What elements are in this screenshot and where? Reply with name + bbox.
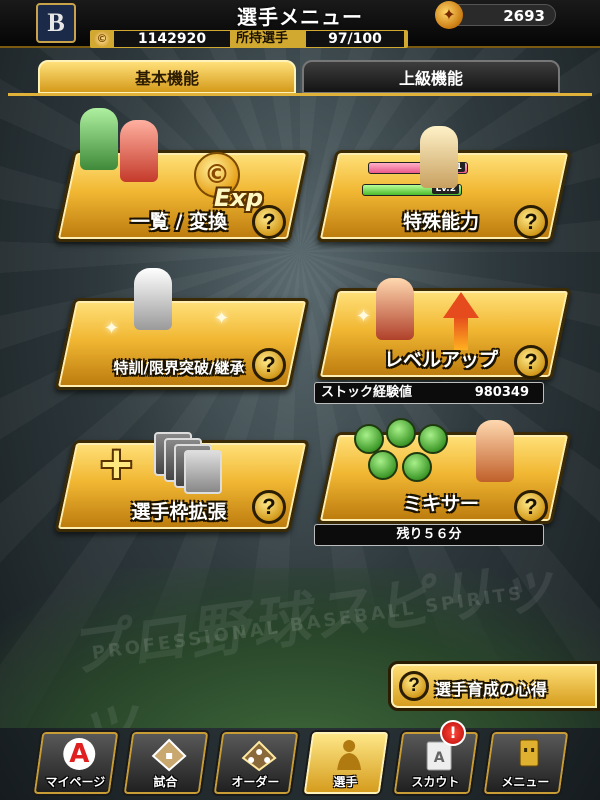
- stock-exp-bar: ストック経験値 980349: [314, 382, 544, 404]
- player-icon: [331, 738, 367, 772]
- guide-help-icon: ?: [399, 671, 429, 701]
- nav-order-label: オーダー: [231, 775, 280, 789]
- mixer-help-icon[interactable]: ?: [514, 490, 548, 524]
- slot-expand-help-icon[interactable]: ?: [252, 490, 286, 524]
- guide-label: 選手育成の心得: [435, 680, 548, 699]
- bottom-nav: A マイページ 試合 オーダー 選手 A スカウト メニュー: [0, 722, 600, 800]
- nav-mypage[interactable]: A マイページ: [31, 730, 121, 796]
- owned-players-label: 所持選手: [236, 31, 289, 46]
- mixer-time-bar: 残り５６分: [314, 524, 544, 546]
- status-bar: © 1142920 所持選手 97/100: [90, 30, 408, 48]
- header-bar: B 選手メニュー ✦ 2693 © 1142920 所持選手 97/100: [0, 0, 600, 48]
- tab-advanced-functions[interactable]: 上級機能: [302, 60, 560, 94]
- nav-menu[interactable]: メニュー: [481, 730, 571, 796]
- gem-counter: ✦ 2693: [435, 1, 556, 29]
- owned-players-count: 97/100: [306, 31, 404, 47]
- svg-text:A: A: [434, 750, 445, 766]
- nav-mypage-label: マイページ: [45, 775, 106, 789]
- mixer-label: ミキサー: [402, 493, 479, 515]
- level-up-help-icon[interactable]: ?: [514, 345, 548, 379]
- green-ball-icon: [386, 418, 416, 448]
- tab-underline: [8, 93, 592, 96]
- coin-count: 1142920: [114, 31, 230, 47]
- stock-exp-value: 980349: [474, 385, 529, 400]
- green-ball-icon: [368, 450, 398, 480]
- training-guide-button[interactable]: ? 選手育成の心得: [388, 661, 600, 711]
- menu-icon: [511, 738, 547, 772]
- batter-art-icon: [476, 420, 514, 482]
- nav-scout-label: スカウト: [411, 775, 460, 789]
- green-ball-icon: [418, 424, 448, 454]
- nav-players[interactable]: 選手: [301, 730, 391, 796]
- nav-game[interactable]: 試合: [121, 730, 211, 796]
- player-card-icon: [184, 450, 222, 494]
- gem-icon: ✦: [435, 1, 463, 29]
- team-logo-icon[interactable]: B: [36, 3, 76, 43]
- special-ability-help-icon[interactable]: ?: [514, 205, 548, 239]
- sparkle-icon: ✦: [214, 308, 230, 329]
- nav-order[interactable]: オーダー: [211, 730, 301, 796]
- up-arrow-icon: [443, 292, 479, 318]
- list-convert-label: 一覧 / 変換: [130, 211, 228, 233]
- tab-basic-functions[interactable]: 基本機能: [38, 60, 296, 94]
- catcher-art-icon: [376, 278, 414, 340]
- coin-icon: ©: [94, 31, 110, 47]
- gem-count: 2693: [503, 7, 545, 25]
- scout-alert-badge: !: [440, 720, 466, 746]
- page-title: 選手メニュー: [237, 5, 363, 29]
- player-art-green-icon: [80, 108, 118, 170]
- order-icon: [241, 738, 277, 772]
- nav-players-label: 選手: [333, 775, 358, 789]
- fielder-art-icon: [134, 268, 172, 330]
- training-label: 特訓/限界突破/継承: [113, 359, 245, 377]
- player-art-red-icon: [120, 120, 158, 182]
- field-icon: [151, 738, 187, 772]
- sparkle-icon: ✦: [356, 306, 372, 327]
- nav-menu-label: メニュー: [501, 775, 550, 789]
- list-convert-help-icon[interactable]: ?: [252, 205, 286, 239]
- pitcher-art-icon: [420, 126, 458, 188]
- nav-scout[interactable]: A スカウト: [391, 730, 481, 796]
- sparkle-icon: ✦: [104, 318, 120, 339]
- mypage-icon: A: [63, 738, 96, 770]
- stock-exp-label: ストック経験値: [321, 385, 413, 400]
- plus-icon: +: [98, 438, 135, 489]
- slot-expand-label: 選手枠拡張: [131, 501, 227, 523]
- mixer-time-text: 残り５６分: [396, 527, 462, 542]
- level-up-label: レベルアップ: [383, 349, 498, 371]
- special-ability-label: 特殊能力: [402, 211, 479, 233]
- training-help-icon[interactable]: ?: [252, 348, 286, 382]
- nav-game-label: 試合: [153, 775, 178, 789]
- green-ball-icon: [402, 452, 432, 482]
